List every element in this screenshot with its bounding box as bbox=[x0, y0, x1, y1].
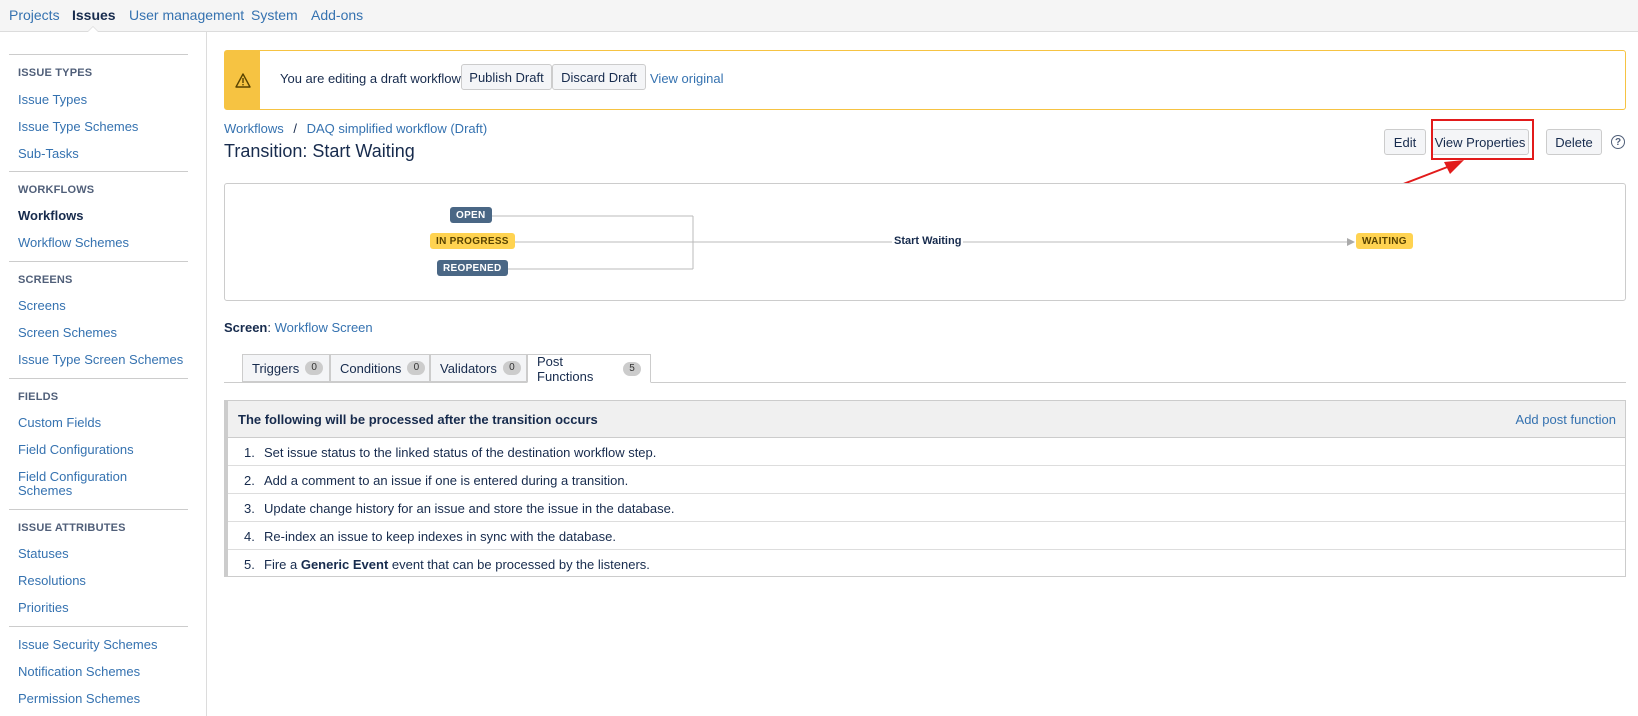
post-function-text: Re-index an issue to keep indexes in syn… bbox=[264, 529, 616, 544]
post-function-row: 4. Re-index an issue to keep indexes in … bbox=[228, 522, 1625, 550]
sidebar-divider bbox=[9, 171, 188, 172]
nav-user-management[interactable]: User management bbox=[129, 7, 244, 23]
sidebar-item-issue-type-screen-schemes[interactable]: Issue Type Screen Schemes bbox=[18, 353, 183, 367]
admin-sidebar: ISSUE TYPES Issue Types Issue Type Schem… bbox=[0, 32, 207, 716]
edit-button[interactable]: Edit bbox=[1384, 129, 1426, 155]
nav-issues[interactable]: Issues bbox=[72, 7, 116, 23]
sidebar-heading-fields: FIELDS bbox=[18, 391, 59, 403]
tab-validators[interactable]: Validators 0 bbox=[430, 354, 527, 382]
post-function-text: Fire a Generic Event event that can be p… bbox=[264, 557, 650, 572]
sidebar-item-priorities[interactable]: Priorities bbox=[18, 601, 69, 615]
sidebar-divider bbox=[9, 54, 188, 55]
post-function-text: Add a comment to an issue if one is ente… bbox=[264, 473, 629, 488]
warning-icon-strip bbox=[225, 51, 260, 109]
post-function-number: 4. bbox=[244, 529, 255, 544]
tab-validators-label: Validators bbox=[440, 360, 497, 376]
sidebar-item-screens[interactable]: Screens bbox=[18, 299, 66, 313]
sidebar-item-field-configuration-schemes-line2[interactable]: Schemes bbox=[18, 484, 72, 498]
sidebar-heading-screens: SCREENS bbox=[18, 274, 73, 286]
sidebar-item-field-configuration-schemes[interactable]: Field Configuration bbox=[18, 470, 127, 484]
post-function-number: 3. bbox=[244, 501, 255, 516]
tab-conditions-count: 0 bbox=[407, 361, 426, 375]
post-function-number: 1. bbox=[244, 445, 255, 460]
help-icon[interactable]: ? bbox=[1611, 135, 1625, 149]
post-function-row: 5. Fire a Generic Event event that can b… bbox=[228, 550, 1625, 578]
post-function-row: 1. Set issue status to the linked status… bbox=[228, 438, 1625, 466]
post-function-row: 2. Add a comment to an issue if one is e… bbox=[228, 466, 1625, 494]
tab-post-functions-count: 5 bbox=[623, 361, 641, 376]
post-function-number: 5. bbox=[244, 557, 255, 572]
draft-warning-banner: You are editing a draft workflow. Publis… bbox=[224, 50, 1626, 110]
status-waiting: WAITING bbox=[1356, 233, 1413, 249]
warning-icon bbox=[234, 72, 251, 88]
delete-button[interactable]: Delete bbox=[1546, 129, 1602, 155]
nav-add-ons[interactable]: Add-ons bbox=[311, 7, 363, 23]
post-function-text-post: event that can be processed by the liste… bbox=[388, 557, 650, 572]
tab-post-functions-label: Post Functions bbox=[537, 353, 594, 384]
publish-draft-button[interactable]: Publish Draft bbox=[461, 64, 552, 90]
transition-name: Start Waiting bbox=[892, 235, 964, 247]
tab-triggers[interactable]: Triggers 0 bbox=[242, 354, 330, 382]
screen-link[interactable]: Workflow Screen bbox=[275, 320, 373, 335]
tab-post-functions[interactable]: Post Functions 5 bbox=[527, 353, 651, 384]
sidebar-item-notification-schemes[interactable]: Notification Schemes bbox=[18, 665, 140, 679]
post-function-number: 2. bbox=[244, 473, 255, 488]
post-functions-header: The following will be processed after th… bbox=[228, 401, 1625, 438]
sidebar-divider bbox=[9, 509, 188, 510]
post-functions-header-text: The following will be processed after th… bbox=[238, 412, 598, 427]
sidebar-item-custom-fields[interactable]: Custom Fields bbox=[18, 416, 101, 430]
status-in-progress: IN PROGRESS bbox=[430, 233, 515, 249]
sidebar-divider bbox=[9, 626, 188, 627]
post-function-text: Set issue status to the linked status of… bbox=[264, 445, 657, 460]
draft-warning-text: You are editing a draft workflow. bbox=[280, 71, 464, 86]
breadcrumb: Workflows / DAQ simplified workflow (Dra… bbox=[224, 121, 487, 136]
sidebar-item-sub-tasks[interactable]: Sub-Tasks bbox=[18, 147, 79, 161]
page-title: Transition: Start Waiting bbox=[224, 141, 415, 161]
tab-conditions-label: Conditions bbox=[340, 360, 402, 376]
breadcrumb-workflows-link[interactable]: Workflows bbox=[224, 121, 284, 136]
sidebar-item-field-configurations[interactable]: Field Configurations bbox=[18, 443, 134, 457]
tab-validators-count: 0 bbox=[502, 361, 521, 375]
sidebar-item-workflow-schemes[interactable]: Workflow Schemes bbox=[18, 236, 129, 250]
screen-info: Screen: Workflow Screen bbox=[224, 320, 373, 335]
transition-diagram: OPEN IN PROGRESS REOPENED Start Waiting … bbox=[224, 183, 1626, 301]
breadcrumb-workflow-link[interactable]: DAQ simplified workflow (Draft) bbox=[307, 121, 488, 136]
discard-draft-button[interactable]: Discard Draft bbox=[552, 64, 646, 90]
sidebar-heading-issue-attributes: ISSUE ATTRIBUTES bbox=[18, 522, 126, 534]
sidebar-item-issue-types[interactable]: Issue Types bbox=[18, 93, 87, 107]
screen-label: Screen bbox=[224, 320, 268, 335]
sidebar-heading-issue-types: ISSUE TYPES bbox=[18, 67, 93, 79]
tabs-baseline bbox=[224, 382, 1626, 383]
sidebar-divider bbox=[9, 261, 188, 262]
add-post-function-link[interactable]: Add post function bbox=[1516, 412, 1616, 427]
sidebar-item-resolutions[interactable]: Resolutions bbox=[18, 574, 86, 588]
sidebar-item-workflows[interactable]: Workflows bbox=[18, 209, 84, 223]
status-reopened: REOPENED bbox=[437, 260, 508, 276]
status-open: OPEN bbox=[450, 207, 492, 223]
tab-triggers-count: 0 bbox=[305, 361, 324, 375]
tab-triggers-label: Triggers bbox=[252, 360, 300, 376]
post-function-text-pre: Fire a bbox=[264, 557, 301, 572]
event-name: Generic Event bbox=[300, 557, 389, 572]
breadcrumb-separator: / bbox=[293, 121, 297, 136]
screen-label-colon: : bbox=[267, 320, 271, 335]
post-functions-panel: The following will be processed after th… bbox=[224, 400, 1626, 577]
tab-conditions[interactable]: Conditions 0 bbox=[330, 354, 430, 382]
annotation-highlight-box bbox=[1431, 119, 1534, 160]
sidebar-item-statuses[interactable]: Statuses bbox=[18, 547, 69, 561]
sidebar-item-permission-schemes[interactable]: Permission Schemes bbox=[18, 692, 140, 706]
sidebar-heading-workflows: WORKFLOWS bbox=[18, 184, 95, 196]
sidebar-item-issue-security-schemes[interactable]: Issue Security Schemes bbox=[18, 638, 157, 652]
nav-projects[interactable]: Projects bbox=[9, 7, 60, 23]
sidebar-divider bbox=[9, 378, 188, 379]
view-original-link[interactable]: View original bbox=[650, 71, 723, 86]
sidebar-item-issue-type-schemes[interactable]: Issue Type Schemes bbox=[18, 120, 138, 134]
nav-system[interactable]: System bbox=[251, 7, 298, 23]
post-function-text: Update change history for an issue and s… bbox=[264, 501, 675, 516]
top-navigation: Projects Issues User management System A… bbox=[0, 0, 1638, 32]
post-function-row: 3. Update change history for an issue an… bbox=[228, 494, 1625, 522]
sidebar-item-screen-schemes[interactable]: Screen Schemes bbox=[18, 326, 117, 340]
